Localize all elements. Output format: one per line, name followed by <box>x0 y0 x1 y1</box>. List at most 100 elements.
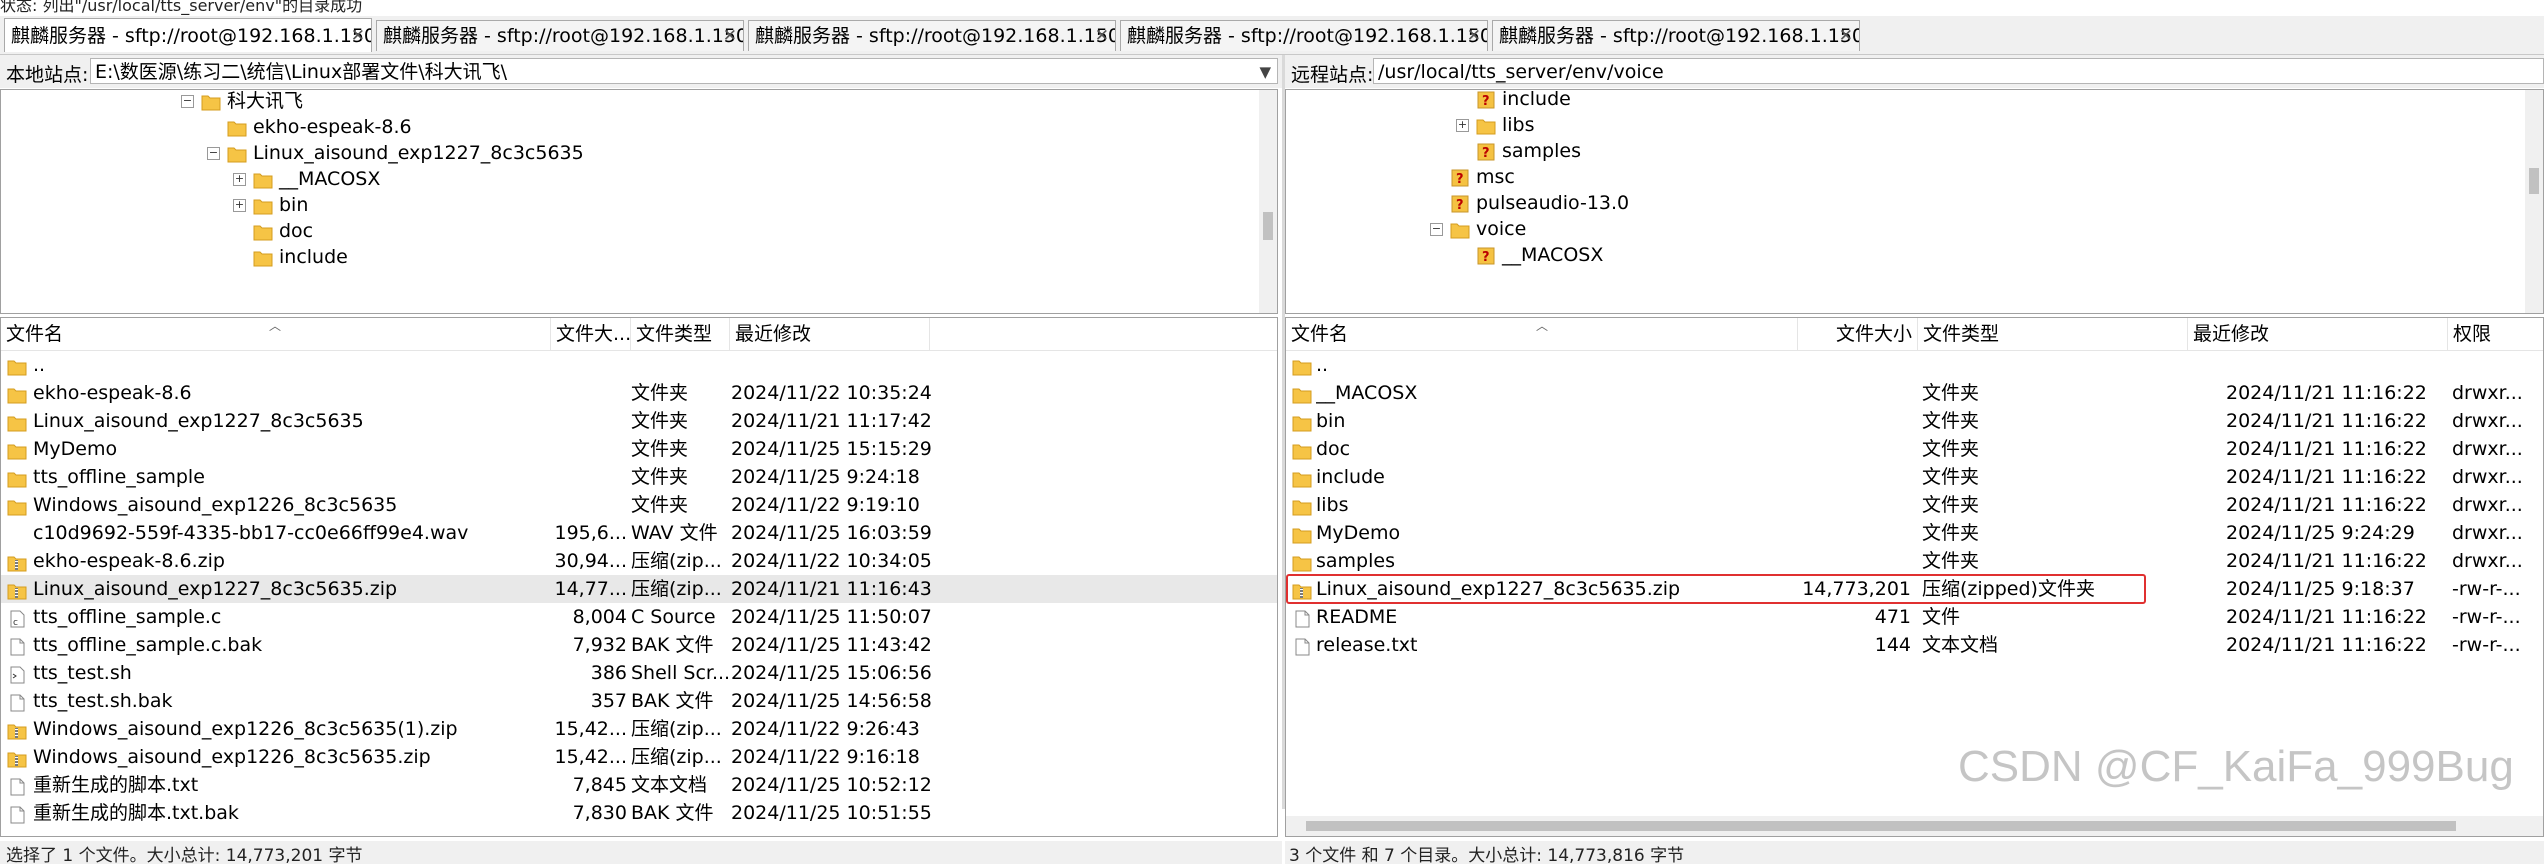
close-icon[interactable]: ✕ <box>723 21 737 51</box>
tab-server-4[interactable]: 麒麟服务器 - sftp://root@192.168.1.150 ✕ <box>1120 20 1488 51</box>
file-size: 7,845 <box>572 774 627 796</box>
file-size: 144 <box>1874 634 1911 656</box>
file-size <box>1798 351 1911 379</box>
table-row[interactable]: release.txt 144 文本文档 2024/11/21 11:16:22 -rw… <box>1286 631 2543 659</box>
col-header-type[interactable]: 文件类型 <box>631 318 730 350</box>
file-name: bin <box>1316 410 1346 432</box>
close-icon[interactable]: ✕ <box>1839 21 1853 51</box>
folder-icon <box>253 248 273 274</box>
file-size <box>1798 519 1911 547</box>
table-row[interactable]: Linux_aisound_exp1227_8c3c5635.zip 14,77.… <box>1 575 1277 603</box>
table-row[interactable]: .. <box>1286 351 2543 379</box>
file-size: 7,932 <box>572 634 627 656</box>
close-icon[interactable]: ✕ <box>1467 21 1481 51</box>
file-modified: 2024/11/21 11:16:22 <box>2226 494 2427 516</box>
collapse-icon[interactable]: − <box>207 147 220 160</box>
table-row[interactable]: tts_offline_sample.c.bak 7,932 BAK 文件 2024/… <box>1 631 1277 659</box>
remote-path-input[interactable]: /usr/local/tts_server/env/voice <box>1373 58 2544 84</box>
table-row[interactable]: Linux_aisound_exp1227_8c3c5635 文件夹 2024/11… <box>1 407 1277 435</box>
file-size <box>551 463 627 491</box>
file-modified <box>2226 351 2446 379</box>
tab-server-2[interactable]: 麒麟服务器 - sftp://root@192.168.1.150 ✕ <box>376 20 744 51</box>
col-header-size[interactable]: 文件大... <box>551 318 631 350</box>
remote-tree-scrollbar[interactable] <box>2525 90 2543 313</box>
table-row[interactable]: __MACOSX 文件夹 2024/11/21 11:16:22 drwxr... <box>1286 379 2543 407</box>
table-row[interactable]: doc 文件夹 2024/11/21 11:16:22 drwxr... <box>1286 435 2543 463</box>
file-type: 压缩(zip... <box>631 550 722 572</box>
file-size: 15,42... <box>554 718 627 740</box>
file-type: 文件 <box>1922 606 1961 628</box>
file-name: c10d9692-559f-4335-bb17-cc0e66ff99e4.wav <box>33 522 469 544</box>
collapse-icon[interactable]: − <box>181 95 194 108</box>
table-row[interactable]: tts_offline_sample 文件夹 2024/11/25 9:24:18 <box>1 463 1277 491</box>
local-path-input[interactable]: E:\数医源\练习二\统信\Linux部署文件\科大讯飞\ ▼ <box>90 58 1278 84</box>
table-row[interactable]: .. <box>1 351 1277 379</box>
local-dir-tree[interactable]: − 科大讯飞 ekho-espeak-8.6 − Linux_aisound_exp12… <box>0 89 1278 314</box>
table-row[interactable]: c10d9692-559f-4335-bb17-cc0e66ff99e4.wav… <box>1 519 1277 547</box>
file-modified: 2024/11/22 9:26:43 <box>731 718 920 740</box>
table-row[interactable]: tts_test.sh 386 Shell Scr... 2024/11/25 15:… <box>1 659 1277 687</box>
table-row[interactable]: Windows_aisound_exp1226_8c3c5635 文件夹 2024/… <box>1 491 1277 519</box>
file-name: include <box>1316 466 1385 488</box>
file-name: doc <box>1316 438 1351 460</box>
col-header-modified[interactable]: 最近修改 <box>2188 318 2448 350</box>
collapse-icon[interactable]: − <box>1430 223 1443 236</box>
col-header-type[interactable]: 文件类型 <box>1918 318 2188 350</box>
table-row[interactable]: 重新生成的脚本.txt 7,845 文本文档 2024/11/25 10:52:12 <box>1 771 1277 799</box>
file-type: 文件夹 <box>1922 550 1980 572</box>
table-row[interactable]: MyDemo 文件夹 2024/11/25 9:24:29 drwxr... <box>1286 519 2543 547</box>
file-modified: 2024/11/25 15:15:29 <box>731 438 931 460</box>
tree-node-label: bin <box>279 194 309 216</box>
tree-node-label: include <box>1502 89 1571 110</box>
table-row[interactable]: 重新生成的脚本.txt.bak 7,830 BAK 文件 2024/11/25 10:… <box>1 799 1277 827</box>
local-path-text: E:\数医源\练习二\统信\Linux部署文件\科大讯飞\ <box>95 61 508 83</box>
file-type: BAK 文件 <box>631 690 714 712</box>
table-row[interactable]: Windows_aisound_exp1226_8c3c5635(1).zip 1… <box>1 715 1277 743</box>
expand-icon[interactable]: + <box>233 173 246 186</box>
table-row[interactable]: include 文件夹 2024/11/21 11:16:22 drwxr... <box>1286 463 2543 491</box>
table-row[interactable]: MyDemo 文件夹 2024/11/25 15:15:29 <box>1 435 1277 463</box>
file-permissions: drwxr... <box>2452 550 2523 572</box>
table-row[interactable]: README 471 文件 2024/11/21 11:16:22 -rw-r-... <box>1286 603 2543 631</box>
expand-icon[interactable]: + <box>1456 119 1469 132</box>
table-row[interactable]: tts_test.sh.bak 357 BAK 文件 2024/11/25 14:56… <box>1 687 1277 715</box>
expand-icon[interactable]: + <box>233 199 246 212</box>
tab-server-1[interactable]: 麒麟服务器 - sftp://root@192.168.1.150 ✕ <box>4 18 372 52</box>
folder-icon <box>1476 116 1496 142</box>
table-row[interactable]: libs 文件夹 2024/11/21 11:16:22 drwxr... <box>1286 491 2543 519</box>
table-row[interactable]: Windows_aisound_exp1226_8c3c5635.zip 15,4… <box>1 743 1277 771</box>
col-header-size[interactable]: 文件大小 <box>1798 318 1918 350</box>
file-permissions: drwxr... <box>2452 494 2523 516</box>
local-tree-scrollbar[interactable] <box>1259 90 1277 313</box>
table-row[interactable]: samples 文件夹 2024/11/21 11:16:22 drwxr... <box>1286 547 2543 575</box>
table-row[interactable]: c tts_offline_sample.c 8,004 C Source 2024/1… <box>1 603 1277 631</box>
file-modified: 2024/11/25 9:18:37 <box>2226 578 2415 600</box>
remote-dir-tree[interactable]: ? include + libs? samples? msc? pulseaudio-13.… <box>1285 89 2544 314</box>
file-modified <box>731 351 931 379</box>
chevron-down-icon[interactable]: ▼ <box>1259 59 1271 85</box>
remote-list-hscrollbar[interactable] <box>1286 816 2543 836</box>
table-row[interactable]: ekho-espeak-8.6.zip 30,94... 压缩(zip... 2024… <box>1 547 1277 575</box>
local-file-list[interactable]: 文件名 ︿ 文件大... 文件类型 最近修改 .. ekho-espeak-8.6… <box>0 317 1278 837</box>
close-icon[interactable]: ✕ <box>351 19 365 52</box>
svg-text:?: ? <box>1482 146 1490 161</box>
file-size: 14,773,201 <box>1802 578 1911 600</box>
table-row[interactable]: bin 文件夹 2024/11/21 11:16:22 drwxr... <box>1286 407 2543 435</box>
folder-icon <box>1450 220 1470 246</box>
file-size <box>1798 407 1911 435</box>
col-header-modified[interactable]: 最近修改 <box>730 318 930 350</box>
tab-server-5[interactable]: 麒麟服务器 - sftp://root@192.168.1.150 ✕ <box>1492 20 1860 51</box>
file-type: 文件夹 <box>631 438 689 460</box>
remote-status-bar: 3 个文件 和 7 个目录。大小总计: 14,773,816 字节 <box>1285 841 2544 864</box>
close-icon[interactable]: ✕ <box>1095 21 1109 51</box>
file-size: 386 <box>590 662 627 684</box>
remote-site-bar: 远程站点: /usr/local/tts_server/env/voice <box>1285 55 2544 88</box>
col-header-permissions[interactable]: 权限 <box>2448 318 2543 350</box>
table-row[interactable]: ekho-espeak-8.6 文件夹 2024/11/22 10:35:24 <box>1 379 1277 407</box>
folder-icon <box>201 92 221 118</box>
unknown-folder-icon: ? <box>1450 194 1470 220</box>
file-size: 471 <box>1874 606 1911 628</box>
tab-server-3[interactable]: 麒麟服务器 - sftp://root@192.168.1.150 ✕ <box>748 20 1116 51</box>
table-row[interactable]: Linux_aisound_exp1227_8c3c5635.zip 14,773… <box>1286 575 2543 603</box>
file-name: tts_offline_sample.c <box>33 606 222 628</box>
